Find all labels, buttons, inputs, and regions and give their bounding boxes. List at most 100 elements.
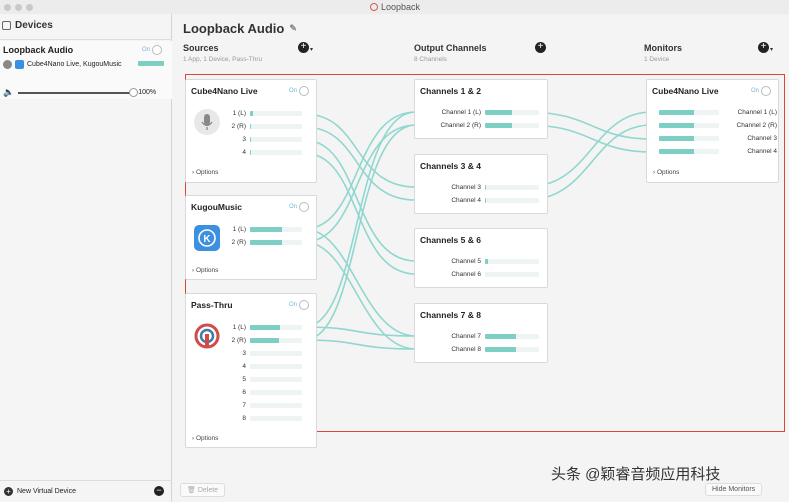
meter-fill bbox=[250, 150, 251, 155]
output-card-ch5-6[interactable]: Channels 5 & 6 Channel 5 Channel 6 bbox=[414, 228, 548, 288]
toggle-knob[interactable] bbox=[152, 45, 163, 55]
toggle-label: On bbox=[289, 88, 298, 94]
channel-label: 3 bbox=[242, 136, 246, 143]
channel-label: 1 (L) bbox=[232, 110, 246, 117]
hide-monitors-button[interactable]: Hide Monitors bbox=[705, 483, 763, 496]
options-disclosure[interactable]: › Options bbox=[192, 169, 218, 176]
volume-value: 100% bbox=[138, 89, 157, 96]
toggle-label: On bbox=[751, 88, 760, 94]
channel-label: Channel 1 (L) bbox=[737, 109, 777, 116]
output-pair-name: Channels 5 & 6 bbox=[420, 235, 481, 245]
channel-label: Channel 2 (R) bbox=[440, 122, 481, 129]
microphone-icon bbox=[3, 60, 12, 69]
options-disclosure[interactable]: › Options bbox=[192, 435, 218, 442]
channel-label: Channel 7 bbox=[451, 333, 481, 340]
source-card-kugoumusic[interactable]: KugouMusic On K 1 (L) 2 (R) › Options bbox=[185, 195, 317, 280]
toggle-label: On bbox=[142, 47, 151, 53]
channel-level-meter bbox=[659, 136, 719, 141]
meter-fill bbox=[485, 110, 512, 115]
toggle-knob[interactable] bbox=[761, 86, 772, 96]
meter-fill bbox=[250, 111, 254, 116]
meter-fill bbox=[485, 185, 486, 190]
channel-level-meter bbox=[485, 347, 539, 352]
source-on-toggle[interactable]: On bbox=[289, 202, 310, 212]
channel-label: Channel 5 bbox=[451, 258, 481, 265]
channel-label: 6 bbox=[242, 389, 246, 396]
divider bbox=[0, 39, 172, 40]
source-card-passthru[interactable]: Pass-Thru On 1 (L) 2 (R) 3 4 5 6 7 8 › O… bbox=[185, 293, 317, 448]
channel-level-meter bbox=[250, 351, 302, 356]
meter-fill bbox=[485, 347, 517, 352]
delete-button[interactable]: 🗑 Delete bbox=[180, 483, 226, 497]
channel-label: Channel 4 bbox=[451, 197, 481, 204]
volume-slider[interactable] bbox=[18, 87, 139, 97]
channel-level-meter bbox=[485, 334, 539, 339]
device-on-toggle[interactable]: On bbox=[142, 45, 163, 55]
source-on-toggle[interactable]: On bbox=[289, 300, 310, 310]
title-bar: Loopback bbox=[0, 0, 789, 14]
device-level-meter bbox=[138, 61, 164, 66]
output-pair-name: Channels 7 & 8 bbox=[420, 310, 481, 320]
channel-level-meter bbox=[485, 259, 539, 264]
channel-level-meter bbox=[659, 149, 719, 154]
source-on-toggle[interactable]: On bbox=[289, 86, 310, 96]
minimize-window-button[interactable] bbox=[15, 4, 22, 11]
channel-label: 2 (R) bbox=[231, 337, 246, 344]
devices-header-label: Devices bbox=[15, 20, 53, 31]
toggle-knob[interactable] bbox=[299, 202, 310, 212]
microphone-icon bbox=[194, 109, 220, 135]
devices-sidebar: Devices Loopback Audio On Cube4Nano Live… bbox=[0, 14, 172, 502]
channel-label: 2 (R) bbox=[231, 123, 246, 130]
device-name: Loopback Audio bbox=[3, 45, 74, 55]
output-card-ch3-4[interactable]: Channels 3 & 4 Channel 3 Channel 4 bbox=[414, 154, 548, 214]
delete-label: Delete bbox=[197, 487, 219, 494]
channel-level-meter bbox=[250, 137, 302, 142]
plus-icon: + bbox=[4, 487, 13, 496]
channel-level-meter bbox=[250, 403, 302, 408]
watermark-text: 头条 @颖睿音频应用科技 bbox=[551, 466, 721, 483]
new-virtual-device-button[interactable]: + New Virtual Device bbox=[4, 487, 76, 496]
meter-fill bbox=[250, 227, 283, 232]
meter-fill bbox=[485, 259, 488, 264]
window-controls[interactable] bbox=[4, 4, 33, 11]
toggle-knob[interactable] bbox=[299, 300, 310, 310]
source-card-cube4nano[interactable]: Cube4Nano Live On 1 (L) 2 (R) 3 4 › Opti… bbox=[185, 79, 317, 183]
channel-level-meter bbox=[250, 240, 302, 245]
app-title: Loopback bbox=[370, 2, 420, 12]
channel-level-meter bbox=[659, 123, 719, 128]
devices-header: Devices bbox=[2, 20, 53, 31]
device-list-icon bbox=[2, 21, 11, 30]
close-window-button[interactable] bbox=[4, 4, 11, 11]
volume-slider-knob[interactable] bbox=[129, 87, 139, 97]
svg-text:K: K bbox=[203, 234, 211, 245]
channel-level-meter bbox=[485, 123, 539, 128]
kugou-icon bbox=[15, 60, 24, 69]
volume-row: 🔈 100% bbox=[3, 87, 156, 98]
options-disclosure[interactable]: › Options bbox=[653, 169, 679, 176]
virtual-device-item[interactable]: Loopback Audio On Cube4Nano Live, KugouM… bbox=[0, 41, 172, 99]
meter-fill bbox=[659, 149, 694, 154]
channel-label: Channel 3 bbox=[451, 184, 481, 191]
output-card-ch1-2[interactable]: Channels 1 & 2 Channel 1 (L) Channel 2 (… bbox=[414, 79, 548, 139]
channel-level-meter bbox=[485, 185, 539, 190]
monitor-card-cube4nano[interactable]: Cube4Nano Live On Channel 1 (L) Channel … bbox=[646, 79, 779, 183]
channel-level-meter bbox=[485, 272, 539, 277]
channel-level-meter bbox=[250, 377, 302, 382]
remove-device-button[interactable]: − bbox=[154, 486, 164, 496]
output-card-ch7-8[interactable]: Channels 7 & 8 Channel 7 Channel 8 bbox=[414, 303, 548, 363]
toggle-label: On bbox=[289, 302, 298, 308]
channel-level-meter bbox=[250, 325, 302, 330]
options-disclosure[interactable]: › Options bbox=[192, 267, 218, 274]
monitor-on-toggle[interactable]: On bbox=[751, 86, 772, 96]
channel-level-meter bbox=[250, 124, 302, 129]
meter-fill bbox=[250, 240, 283, 245]
meter-fill bbox=[250, 325, 281, 330]
main-panel: Loopback Audio ✎ Sources 1 App, 1 Device… bbox=[172, 14, 789, 502]
meter-fill bbox=[659, 136, 694, 141]
toggle-knob[interactable] bbox=[299, 86, 310, 96]
trash-icon: 🗑 bbox=[187, 487, 196, 494]
channel-level-meter bbox=[250, 390, 302, 395]
app-title-text: Loopback bbox=[381, 2, 421, 12]
channel-label: Channel 4 bbox=[747, 148, 777, 155]
zoom-window-button[interactable] bbox=[26, 4, 33, 11]
